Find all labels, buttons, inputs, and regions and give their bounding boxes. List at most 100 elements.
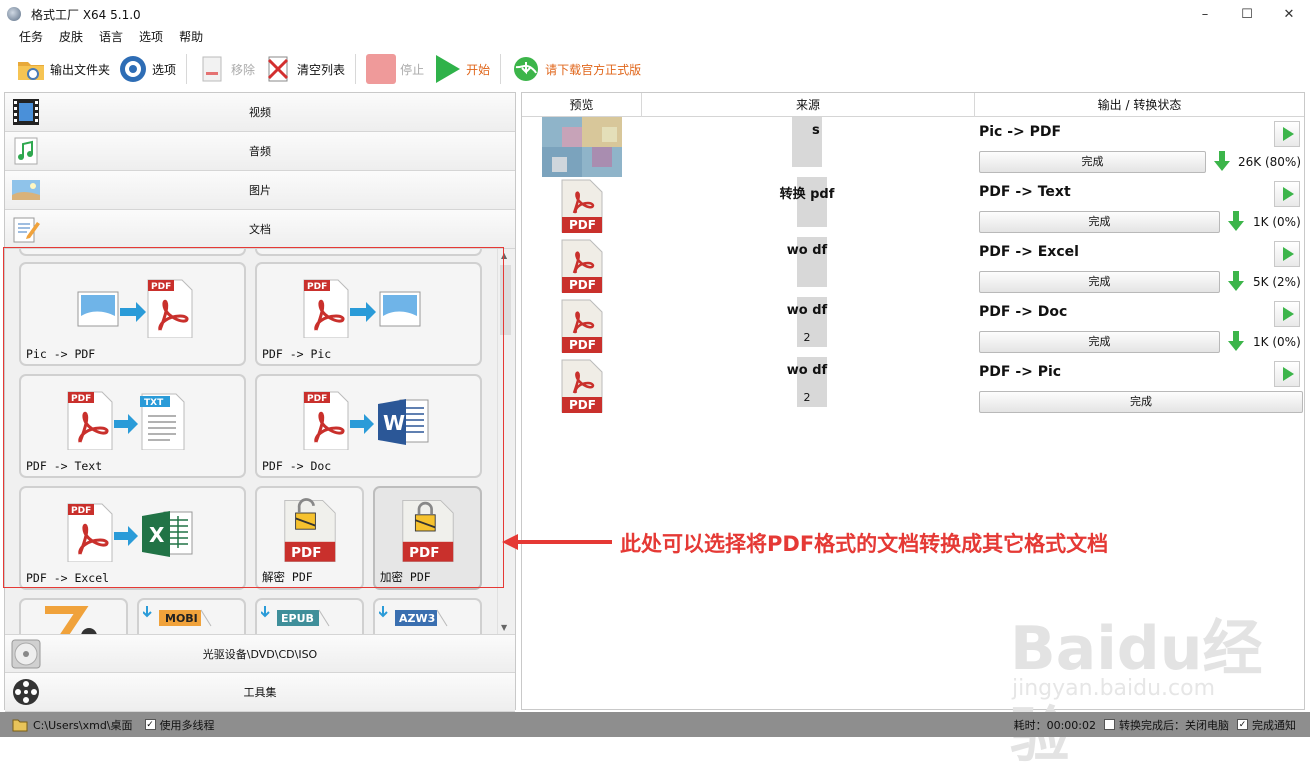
output-size: 26K (80%) — [1238, 155, 1302, 169]
menu-task[interactable]: 任务 — [0, 28, 50, 46]
menu-help[interactable]: 帮助 — [170, 28, 210, 46]
category-picture[interactable]: 图片 — [5, 171, 515, 210]
status-button[interactable]: 完成 — [979, 391, 1303, 413]
disc-icon — [11, 639, 41, 669]
after-done-label: 转换完成后：关闭电脑 — [1119, 718, 1229, 732]
col-status[interactable]: 输出 / 转换状态 — [975, 93, 1304, 117]
pdf-badge-text: PDF — [569, 218, 596, 232]
folder-icon — [12, 719, 28, 731]
status-button[interactable]: 完成 — [979, 211, 1220, 233]
download-arrow-icon — [1228, 271, 1244, 291]
source-filename: 转换 pdf — [779, 187, 835, 202]
toolbar-separator — [355, 54, 357, 84]
multithread-label: 使用多线程 — [159, 718, 215, 732]
source-subtext: 2 — [803, 331, 811, 344]
pdf-badge-text: PDF — [569, 278, 596, 292]
task-list-header: 预览 来源 输出 / 转换状态 — [522, 93, 1304, 117]
multithread-checkbox[interactable]: ✓ — [144, 719, 156, 730]
clear-list-icon — [267, 56, 289, 82]
category-audio[interactable]: 音频 — [5, 132, 515, 171]
scroll-down-arrow[interactable]: ▼ — [501, 623, 507, 632]
output-folder-label: 输出文件夹 — [50, 62, 111, 77]
app-icon — [7, 7, 21, 21]
table-row[interactable]: PDF 转换 pdf PDF -> Text 完成 1K (0%) — [522, 177, 1304, 237]
app-window: 格式工厂 X64 5.1.0 – ☐ ✕ 任务 皮肤 语言 选项 帮助 输出文件… — [0, 0, 1310, 771]
after-done-checkbox[interactable] — [1104, 719, 1115, 730]
stop-icon — [366, 54, 397, 84]
download-official-button[interactable]: 请下载官方正式版 — [507, 51, 645, 87]
conversion-type: Pic -> PDF — [979, 124, 1062, 140]
watermark-url: jingyan.baidu.com — [1012, 676, 1216, 701]
maximize-button[interactable]: ☐ — [1226, 0, 1268, 28]
toolbar-separator — [500, 54, 502, 84]
category-tools-label: 工具集 — [243, 686, 277, 699]
download-arrow-icon — [1228, 211, 1244, 231]
play-button[interactable] — [1274, 181, 1300, 207]
play-button[interactable] — [1274, 361, 1300, 387]
play-button[interactable] — [1274, 121, 1300, 147]
stop-label: 停止 — [400, 62, 425, 77]
tile-mobi[interactable]: MOBI — [137, 598, 246, 634]
film-icon — [13, 99, 39, 125]
toolbar: 输出文件夹 选项 移除 清空列表 停止 开始 请下载官方正式版 — [0, 49, 1310, 89]
pdf-file-icon: PDF — [561, 179, 603, 233]
output-size: 1K (0%) — [1253, 335, 1301, 349]
status-button[interactable]: 完成 — [979, 271, 1220, 293]
epub-badge: EPUB — [281, 612, 314, 625]
conversion-type: PDF -> Text — [979, 184, 1071, 200]
play-icon — [1283, 247, 1294, 261]
category-dvd-label: 光驱设备\DVD\CD\ISO — [202, 647, 318, 661]
conversion-type: PDF -> Doc — [979, 304, 1068, 320]
menu-skin[interactable]: 皮肤 — [50, 28, 90, 46]
output-path[interactable]: C:\Users\xmd\桌面 — [33, 717, 133, 733]
play-icon — [1283, 367, 1294, 381]
menu-language[interactable]: 语言 — [90, 28, 130, 46]
clear-list-button[interactable]: 清空列表 — [259, 51, 349, 87]
category-video[interactable]: 视频 — [5, 93, 515, 132]
pdf-badge-text: PDF — [569, 398, 596, 412]
col-source[interactable]: 来源 — [642, 93, 975, 117]
table-row[interactable]: PDF wo df 2 PDF -> Pic 完成 — [522, 357, 1304, 417]
globe-download-icon — [514, 57, 539, 81]
category-tools[interactable]: 工具集 — [5, 673, 515, 712]
category-document-label: 文档 — [249, 223, 271, 236]
minimize-button[interactable]: – — [1184, 0, 1226, 28]
notify-checkbox[interactable]: ✓ — [1237, 719, 1248, 730]
toolbar-separator — [186, 54, 188, 84]
tile-azw3[interactable]: AZW3 — [373, 598, 482, 634]
title-bar: 格式工厂 X64 5.1.0 – ☐ ✕ — [0, 0, 1310, 28]
image-thumbnail — [542, 117, 622, 177]
pdf-file-icon: PDF — [561, 239, 603, 293]
play-icon — [1283, 307, 1294, 321]
table-row[interactable]: PDF wo df PDF -> Excel 完成 5K (2%) — [522, 237, 1304, 297]
tile-epub[interactable]: EPUB — [255, 598, 364, 634]
output-folder-button[interactable]: 输出文件夹 — [12, 51, 114, 87]
start-button[interactable]: 开始 — [428, 51, 494, 87]
play-button[interactable] — [1274, 301, 1300, 327]
category-video-label: 视频 — [249, 106, 271, 119]
window-title: 格式工厂 X64 5.1.0 — [31, 7, 141, 22]
play-button[interactable] — [1274, 241, 1300, 267]
source-subtext: 2 — [803, 391, 811, 404]
source-filename: s — [812, 123, 820, 138]
col-preview[interactable]: 预览 — [522, 93, 642, 117]
status-button[interactable]: 完成 — [979, 151, 1206, 173]
play-icon — [1283, 187, 1294, 201]
options-button[interactable]: 选项 — [114, 51, 180, 87]
tile-partial-tool[interactable] — [19, 598, 128, 634]
status-bar: C:\Users\xmd\桌面 ✓ 使用多线程 耗时：00:00:02 转换完成… — [0, 712, 1310, 737]
remove-button[interactable]: 移除 — [193, 51, 259, 87]
close-button[interactable]: ✕ — [1268, 0, 1310, 28]
table-row[interactable]: s Pic -> PDF 完成 26K (80%) — [522, 117, 1304, 177]
annotation-arrow — [502, 534, 612, 550]
category-picture-label: 图片 — [249, 184, 271, 197]
output-size: 1K (0%) — [1253, 215, 1301, 229]
table-row[interactable]: PDF wo df 2 PDF -> Doc 完成 1K (0%) — [522, 297, 1304, 357]
category-dvd[interactable]: 光驱设备\DVD\CD\ISO — [5, 634, 515, 673]
category-document[interactable]: 文档 — [5, 210, 515, 249]
folder-icon — [18, 62, 44, 80]
stop-button[interactable]: 停止 — [362, 51, 428, 87]
menu-options[interactable]: 选项 — [130, 28, 170, 46]
status-button[interactable]: 完成 — [979, 331, 1220, 353]
start-label: 开始 — [466, 62, 491, 77]
